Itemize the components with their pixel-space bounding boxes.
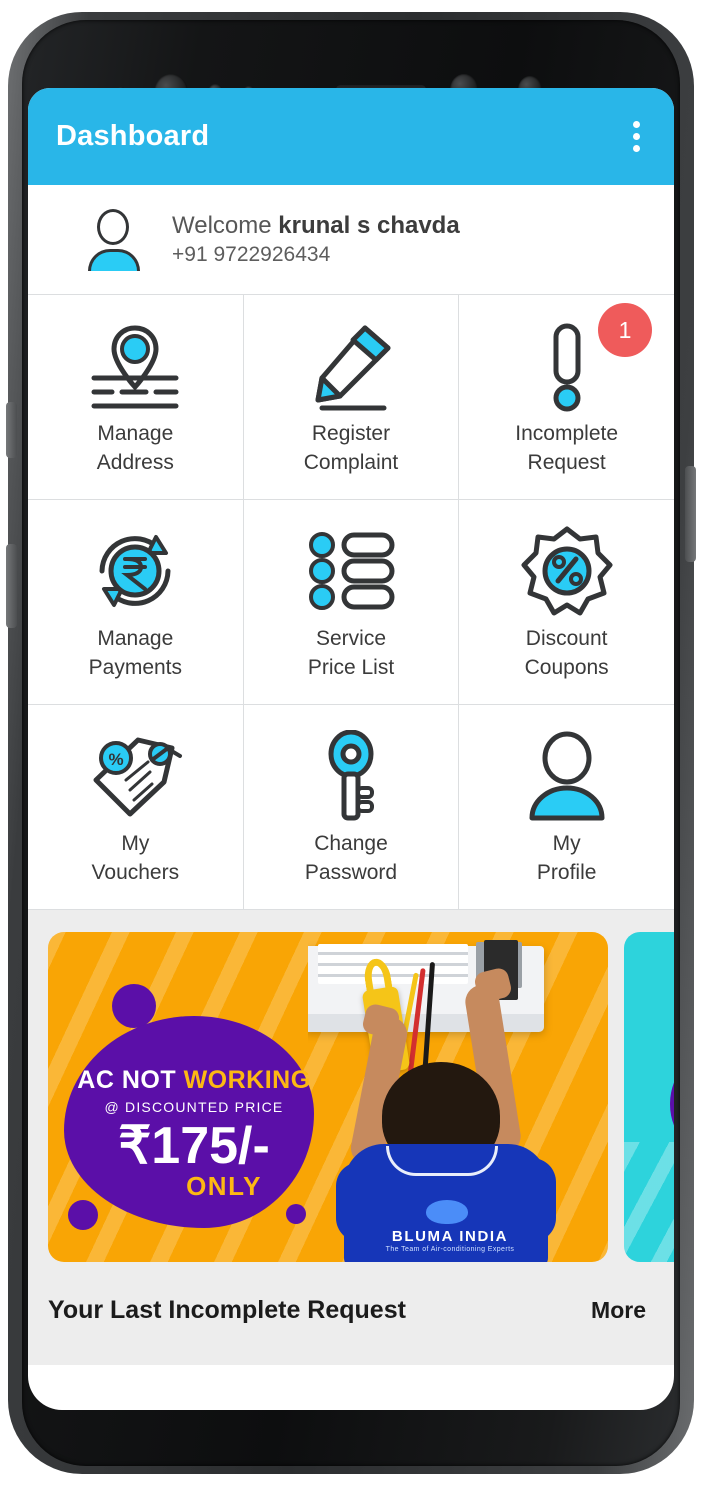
banner-dot-decor (112, 984, 156, 1028)
grid-item-change-password[interactable]: Change Password (243, 705, 459, 909)
grid-item-label: Discount Coupons (524, 627, 609, 679)
grid-item-label: Incomplete Request (515, 422, 619, 474)
device-notch-bar (28, 28, 674, 112)
promo-banner-section: BLUMA INDIA The Team of Air-conditioning… (28, 910, 674, 1262)
user-phone: +91 9722926434 (172, 243, 331, 266)
technician-photo: BLUMA INDIA The Team of Air-conditioning… (308, 932, 608, 1262)
bullet-list-icon (286, 522, 416, 620)
grid-item-manage-address[interactable]: Manage Address (28, 295, 243, 499)
banner-dot-decor (286, 1204, 306, 1224)
banner-text-block: AC NOT WORKING @ DISCOUNTED PRICE ₹175/-… (70, 1066, 318, 1202)
more-link[interactable]: More (591, 1297, 646, 1324)
banner-headline: AC NOT WORKING (77, 1066, 311, 1094)
user-name: krunal s chavda (278, 212, 460, 239)
grid-item-label: Service Price List (307, 627, 395, 679)
rupee-refresh-icon (70, 522, 200, 620)
grid-item-register-complaint[interactable]: Register Complaint (243, 295, 459, 499)
power-button[interactable] (685, 466, 696, 562)
grid-item-label: My Profile (536, 832, 597, 884)
grid-item-discount-coupons[interactable]: Discount Coupons (459, 500, 674, 704)
banner-carousel[interactable]: BLUMA INDIA The Team of Air-conditioning… (28, 932, 674, 1262)
phone-device: Dashboard Welcome krunal s chavda +91 97… (0, 0, 702, 1488)
grid-item-manage-payments[interactable]: Manage Payments (28, 500, 243, 704)
brand-tagline: The Team of Air-conditioning Experts (385, 1246, 515, 1253)
volume-down-button[interactable] (6, 544, 17, 628)
pencil-edit-icon (286, 317, 416, 415)
grid-item-my-profile[interactable]: My Profile (459, 705, 674, 909)
grid-item-my-vouchers[interactable]: % My Vouchers (28, 705, 243, 909)
percent-badge-icon (502, 522, 632, 620)
app-bar: Dashboard (28, 88, 674, 185)
phone-screen: Dashboard Welcome krunal s chavda +91 97… (28, 88, 674, 1410)
grid-item-label: Register Complaint (303, 422, 399, 474)
key-icon (286, 727, 416, 825)
location-pin-icon (70, 317, 200, 415)
banner-subline: @ DISCOUNTED PRICE (104, 1099, 284, 1115)
svg-text:%: % (109, 750, 124, 769)
banner-price: ₹175/- (118, 1117, 270, 1175)
welcome-greeting: Welcome krunal s chavda (172, 212, 460, 239)
user-avatar-icon (84, 208, 146, 271)
section-title: Your Last Incomplete Request (48, 1296, 406, 1324)
grid-item-service-price-list[interactable]: Service Price List (243, 500, 459, 704)
grid-item-label: Manage Payments (88, 627, 183, 679)
promo-banner-ac-not-working[interactable]: BLUMA INDIA The Team of Air-conditioning… (48, 932, 608, 1262)
kebab-menu-icon[interactable] (625, 113, 648, 160)
page-title: Dashboard (56, 120, 210, 152)
voucher-tag-icon: % (70, 727, 200, 825)
promo-banner-next[interactable] (624, 932, 674, 1262)
banner-dot-decor (68, 1200, 98, 1230)
exclamation-mark-icon (502, 317, 632, 415)
grid-item-incomplete-request[interactable]: 1 Incomplete Request (459, 295, 674, 499)
last-request-section: Your Last Incomplete Request More (28, 1262, 674, 1365)
banner-stripes-decor (624, 1142, 674, 1262)
volume-up-button[interactable] (6, 402, 17, 458)
grid-item-label: Manage Address (96, 422, 174, 474)
grid-item-label: Change Password (304, 832, 398, 884)
grid-item-label: My Vouchers (91, 832, 180, 884)
banner-price-suffix: ONLY (186, 1171, 262, 1201)
person-profile-icon (502, 727, 632, 825)
welcome-section[interactable]: Welcome krunal s chavda +91 9722926434 (28, 185, 674, 295)
dashboard-grid: Manage Address Register Complaint 1 Inco… (28, 295, 674, 910)
brand-name: BLUMA INDIA (391, 1228, 509, 1245)
